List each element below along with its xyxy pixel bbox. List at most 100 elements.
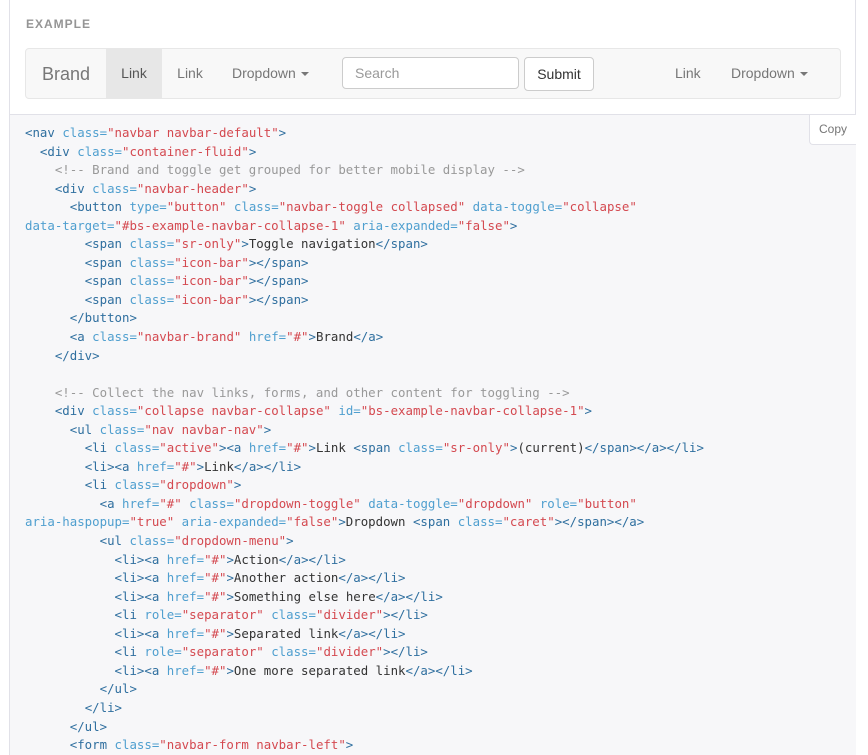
code-line: data-target="#bs-example-navbar-collapse… [25,218,517,233]
code-line: <!-- Collect the nav links, forms, and o… [25,385,570,400]
code-line: <li><a href="#">Something else here</a><… [25,589,443,604]
code-token: ></li> [383,607,428,623]
code-token: Brand [316,329,354,345]
code-token: href= [166,588,205,604]
code-token: "collapse navbar-collapse" [136,403,331,419]
code-token: > [241,236,249,252]
code-token: "caret" [502,514,555,530]
code-token: <li><a [114,551,167,567]
example-panel: EXAMPLE Brand Link Link Dropdown Submit … [9,0,856,115]
code-token: <span [353,440,399,456]
code-token: href= [166,662,205,678]
code-token: <li><a [84,458,137,474]
code-token: </li> [84,699,122,715]
code-token: > [286,533,294,549]
code-token: <li [114,607,145,623]
code-token: > [263,421,272,437]
code-token: "container-fluid" [122,143,249,159]
nav-dropdown-label: Dropdown [232,65,296,81]
code-token: class= [129,254,175,270]
code-token: "sr-only" [174,236,242,252]
code-token: > [248,180,257,196]
code-line: <li class="active"><a href="#">Link <spa… [25,440,704,455]
code-token: href= [166,625,205,641]
code-token: <a [99,495,122,511]
code-token: class= [99,421,145,437]
nav-dropdown-right[interactable]: Dropdown [731,49,808,98]
code-token: "#" [204,570,227,586]
code-token: > [226,588,234,604]
code-token: > [226,551,234,567]
navbar: Brand Link Link Dropdown Submit Link Dro… [25,48,841,99]
nav-dropdown-label: Dropdown [731,65,795,81]
code-line: </button> [25,310,137,325]
code-token: "#" [286,329,309,345]
code-token: </span></a></li> [584,440,704,456]
code-token: "false" [286,514,339,530]
code-token: class= [77,143,122,159]
code-token: "navbar-brand" [136,329,242,345]
code-line: <a class="navbar-brand" href="#">Brand</… [25,329,383,344]
code-token: "#" [204,551,227,567]
code-token: aria-expanded= [181,514,287,530]
code-token: > [248,143,257,159]
code-token: "navbar-header" [136,180,249,196]
code-token: <li><a [114,588,167,604]
code-token: "dropdown-toggle" [233,495,361,511]
code-token: role= [144,607,182,623]
copy-button[interactable]: Copy [809,115,856,145]
code-token: "active" [159,440,219,456]
code-token: > [278,125,287,140]
code-token: "dropdown-menu" [174,533,287,549]
code-token: <div [39,143,78,159]
code-token: Link [204,458,234,474]
code-token: <li [84,477,115,493]
code-token: > [196,458,205,474]
code-token: class= [129,533,175,549]
code-block: Copy <nav class="navbar navbar-default">… [9,115,856,755]
code-line: <span class="icon-bar"></span> [25,273,309,288]
nav-link[interactable]: Link [162,49,218,98]
code-token: <span [412,514,458,530]
code-token: "#" [204,625,227,641]
code-token: class= [189,495,234,511]
code-line: <nav class="navbar navbar-default"> [25,125,286,140]
code-token: class= [457,514,503,530]
code-token: </div> [54,347,100,363]
nav-link-right[interactable]: Link [675,49,701,98]
nav-link-active[interactable]: Link [106,49,162,98]
code-token: <li><a [114,662,167,678]
submit-button[interactable]: Submit [524,57,594,91]
code-token: class= [271,644,316,660]
code-token: class= [129,291,175,307]
code-token: "sr-only" [442,440,510,456]
code-token: ><a [218,440,249,456]
code-token: class= [129,273,175,289]
code-token: > [509,217,518,233]
code-token: "nav navbar-nav" [144,421,264,437]
nav-dropdown-left[interactable]: Dropdown [232,49,309,98]
code-token: "#" [159,495,182,511]
code-token: > [233,477,242,493]
code-token: type= [129,199,167,215]
code-token: ></li> [383,644,428,660]
search-input[interactable] [342,57,519,89]
code-token: > [345,737,354,753]
navbar-brand[interactable]: Brand [42,64,90,85]
code-token: > [226,625,234,641]
code-line: <a href="#" class="dropdown-toggle" data… [25,496,637,511]
code-token: <nav [25,125,63,140]
